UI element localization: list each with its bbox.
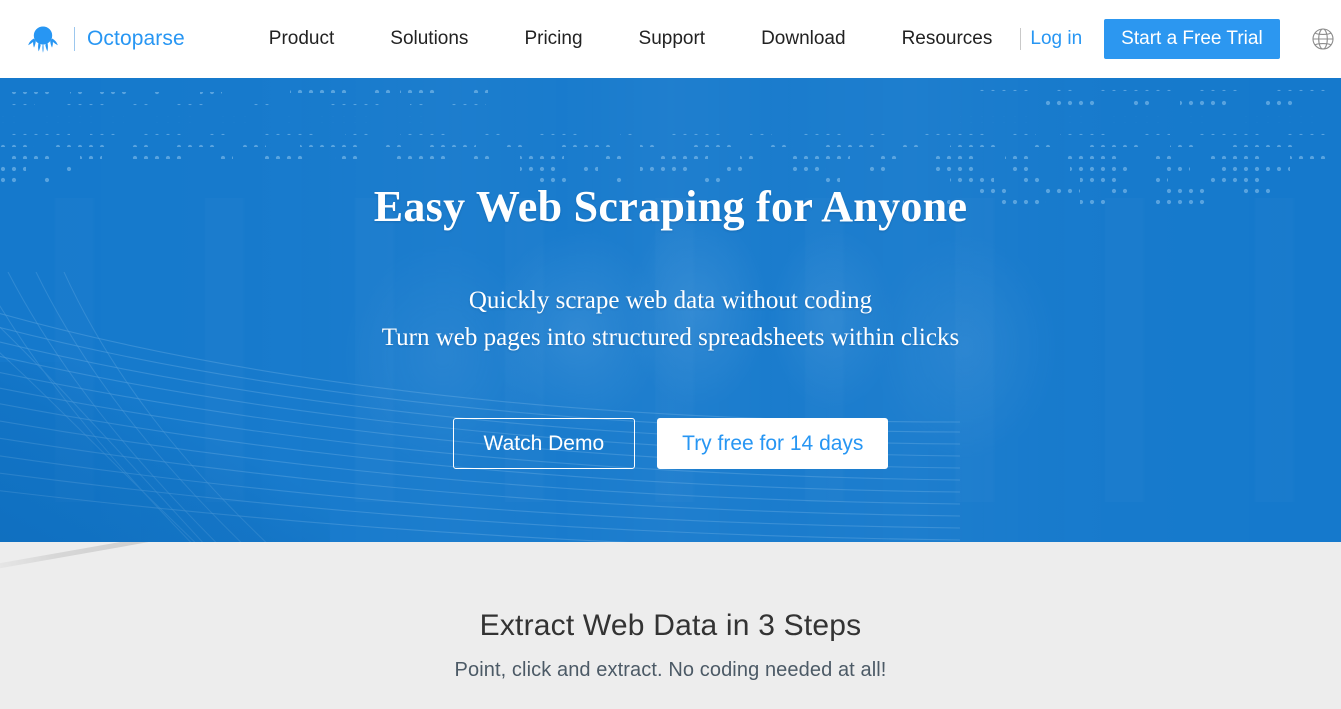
nav-link-download[interactable]: Download xyxy=(733,28,874,50)
brand-name: Octoparse xyxy=(87,27,185,50)
brand-home-link[interactable]: Octoparse xyxy=(26,22,185,56)
nav-link-resources[interactable]: Resources xyxy=(874,28,1021,50)
hero-title: Easy Web Scraping for Anyone xyxy=(373,182,968,231)
watch-demo-button[interactable]: Watch Demo xyxy=(452,417,636,469)
globe-icon xyxy=(1312,28,1334,50)
hero-subtitle-line-1: Quickly scrape web data without coding xyxy=(468,287,873,315)
login-link[interactable]: Log in xyxy=(1030,28,1082,50)
hero-content: Easy Web Scraping for Anyone Quickly scr… xyxy=(0,78,1341,469)
nav-link-solutions[interactable]: Solutions xyxy=(362,28,496,50)
top-navigation-bar: Octoparse Product Solutions Pricing Supp… xyxy=(0,0,1341,78)
try-free-trial-button[interactable]: Try free for 14 days xyxy=(657,417,889,469)
page-root: Octoparse Product Solutions Pricing Supp… xyxy=(0,0,1341,709)
octopus-logo-icon xyxy=(28,26,58,53)
hero-subtitle-line-2: Turn web pages into structured spreadshe… xyxy=(381,323,960,351)
hero-action-buttons: Watch Demo Try free for 14 days xyxy=(0,356,1341,469)
login-divider xyxy=(1020,28,1022,50)
start-free-trial-button[interactable]: Start a Free Trial xyxy=(1104,19,1280,59)
nav-links-list: Product Solutions Pricing Support Downlo… xyxy=(241,28,1021,50)
nav-link-pricing[interactable]: Pricing xyxy=(496,28,610,50)
hero-section: Easy Web Scraping for Anyone Quickly scr… xyxy=(0,78,1341,542)
steps-title: Extract Web Data in 3 Steps xyxy=(479,609,862,642)
steps-subtitle: Point, click and extract. No coding need… xyxy=(454,659,887,681)
nav-link-support[interactable]: Support xyxy=(611,28,734,50)
extract-steps-section: Extract Web Data in 3 Steps Point, click… xyxy=(0,542,1341,709)
nav-right-group: Log in Start a Free Trial xyxy=(1020,19,1341,59)
language-selector[interactable] xyxy=(1308,24,1338,54)
brand-divider xyxy=(74,27,75,51)
nav-link-product[interactable]: Product xyxy=(241,28,362,50)
